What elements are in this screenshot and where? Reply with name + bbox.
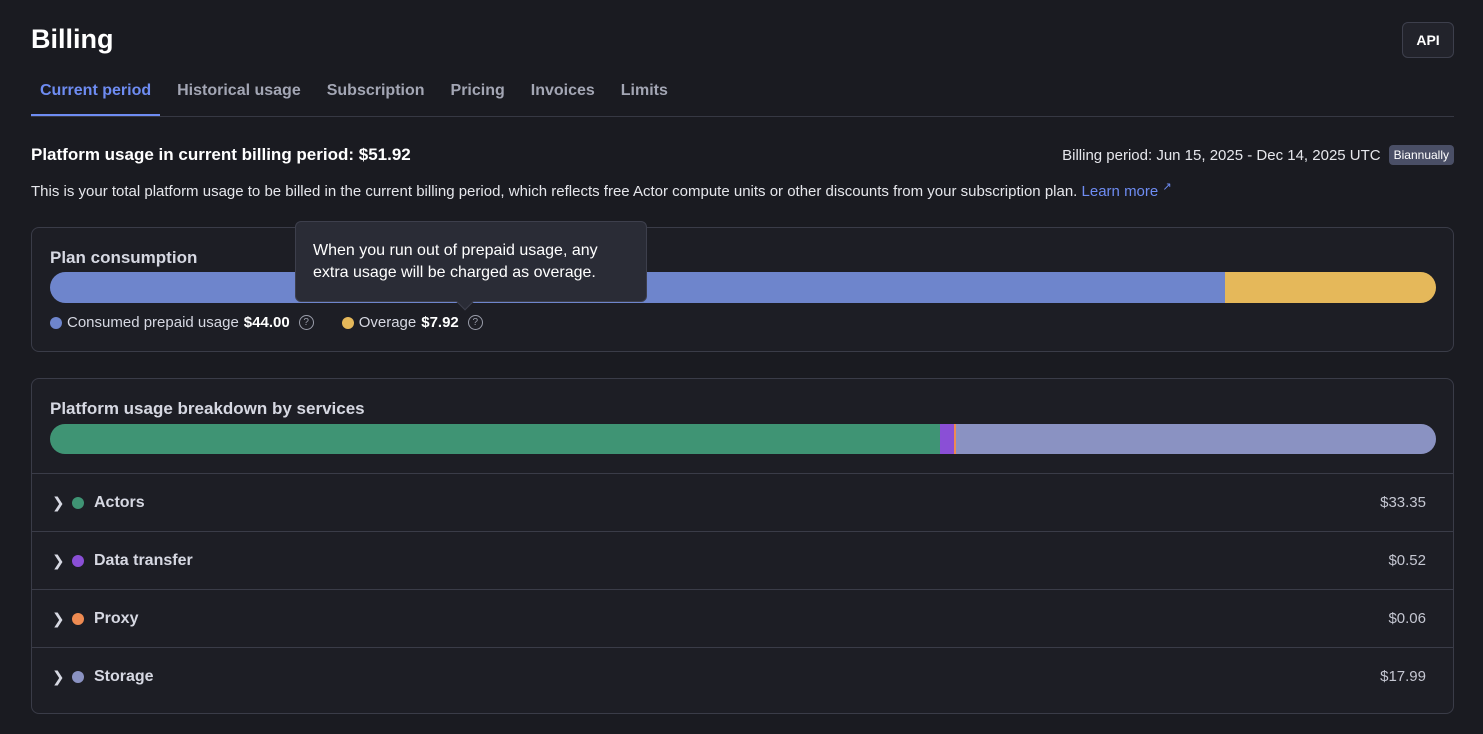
service-row-proxy[interactable]: ❯ Proxy $0.06: [32, 589, 1453, 647]
actors-segment[interactable]: [50, 424, 941, 454]
overage-tooltip: When you run out of prepaid usage, any e…: [295, 221, 647, 311]
period-badge: Biannually: [1388, 145, 1454, 165]
external-link-icon: ↗: [1162, 181, 1172, 193]
consumed-label: Consumed prepaid usage: [67, 314, 239, 331]
chevron-right-icon: ❯: [52, 610, 65, 628]
usage-breakdown-bar: [50, 424, 1436, 454]
service-name: Actors: [94, 493, 145, 511]
service-name: Proxy: [94, 609, 139, 627]
service-row-actors[interactable]: ❯ Actors $33.35: [32, 473, 1453, 531]
learn-more-link[interactable]: Learn more ↗: [1081, 181, 1172, 200]
help-icon[interactable]: ?: [467, 315, 483, 330]
help-icon[interactable]: ?: [298, 315, 314, 330]
api-button[interactable]: API: [1402, 22, 1454, 58]
service-name: Data transfer: [94, 551, 193, 569]
description-text: This is your total platform usage to be …: [31, 183, 1078, 200]
plan-consumption-bar: [50, 272, 1436, 303]
overage-segment[interactable]: [1224, 272, 1436, 303]
tab-subscription[interactable]: Subscription: [318, 70, 434, 116]
data-transfer-dot: [72, 554, 84, 567]
billing-period-info: Billing period: Jun 15, 2025 - Dec 14, 2…: [1062, 145, 1454, 165]
proxy-dot: [72, 612, 84, 625]
tab-pricing[interactable]: Pricing: [442, 70, 514, 116]
service-list: ❯ Actors $33.35 ❯ Data transfer $0.52 ❯ …: [32, 473, 1453, 705]
chevron-right-icon: ❯: [52, 494, 65, 512]
plan-consumption-card: Plan consumption Consumed prepaid usage …: [31, 227, 1454, 352]
consumed-dot: [50, 316, 62, 329]
tab-invoices[interactable]: Invoices: [522, 70, 604, 116]
data-transfer-segment[interactable]: [940, 424, 955, 454]
chevron-right-icon: ❯: [52, 668, 65, 686]
overage-legend: Overage $7.92 ?: [341, 314, 483, 331]
service-amount: $17.99: [1380, 668, 1426, 685]
billing-period-text: Billing period: Jun 15, 2025 - Dec 14, 2…: [1062, 146, 1381, 164]
tab-bar: Current period Historical usage Subscrip…: [31, 70, 1454, 117]
chevron-right-icon: ❯: [52, 552, 65, 570]
service-row-storage[interactable]: ❯ Storage $17.99: [32, 647, 1453, 705]
overage-dot: [341, 316, 354, 329]
tooltip-text: When you run out of prepaid usage, any e…: [313, 242, 598, 281]
page-title: Billing: [31, 24, 114, 54]
service-row-data-transfer[interactable]: ❯ Data transfer $0.52: [32, 531, 1453, 589]
usage-heading: Platform usage in current billing period…: [31, 145, 411, 164]
consumed-legend: Consumed prepaid usage $44.00 ?: [50, 314, 314, 331]
usage-description: This is your total platform usage to be …: [31, 180, 1172, 200]
overage-value: $7.92: [421, 314, 459, 331]
tab-current-period[interactable]: Current period: [31, 70, 161, 116]
service-amount: $0.52: [1388, 552, 1426, 569]
tab-historical-usage[interactable]: Historical usage: [168, 70, 310, 116]
service-amount: $33.35: [1380, 494, 1426, 511]
tab-limits[interactable]: Limits: [612, 70, 677, 116]
service-name: Storage: [94, 667, 154, 685]
consumed-value: $44.00: [243, 314, 290, 331]
plan-legend: Consumed prepaid usage $44.00 ? Overage …: [50, 314, 483, 331]
usage-breakdown-card: Platform usage breakdown by services ❯ A…: [31, 378, 1454, 714]
overage-label: Overage: [358, 314, 417, 331]
service-amount: $0.06: [1388, 610, 1426, 627]
storage-segment[interactable]: [955, 424, 1436, 454]
storage-dot: [72, 670, 84, 683]
learn-more-label: Learn more: [1081, 183, 1159, 200]
plan-consumption-title: Plan consumption: [50, 248, 198, 267]
usage-breakdown-title: Platform usage breakdown by services: [50, 399, 365, 418]
actors-dot: [72, 496, 84, 509]
